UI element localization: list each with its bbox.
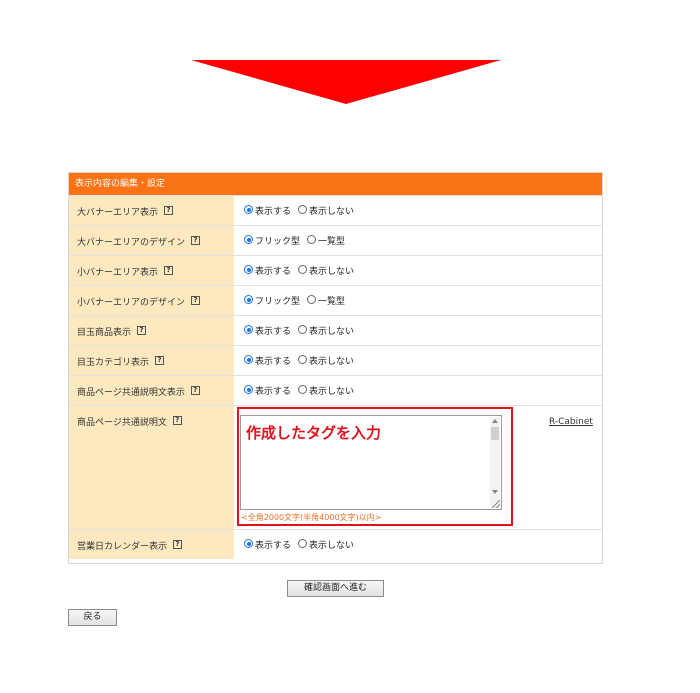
radio-unselected-icon[interactable] — [298, 385, 308, 394]
setting-label: 大バナーエリア表示 — [77, 208, 159, 218]
confirm-button[interactable]: 確認画面へ進む — [287, 580, 384, 597]
help-icon[interactable]: ? — [137, 326, 147, 335]
radio-selected-icon[interactable] — [244, 355, 253, 364]
setting-row-featured-item-display: 目玉商品表示 ? 表示する 表示しない — [69, 315, 602, 345]
radio-option-flick[interactable]: フリック型 — [244, 294, 300, 307]
radio-unselected-icon[interactable] — [298, 325, 308, 334]
setting-label: 商品ページ共通説明文表示 — [77, 388, 185, 398]
radio-unselected-icon[interactable] — [298, 265, 308, 274]
common-description-textarea[interactable]: 作成したタグを入力 — [240, 415, 502, 510]
setting-label: 小バナーエリアのデザイン — [77, 298, 186, 308]
radio-unselected-icon[interactable] — [298, 539, 308, 548]
radio-selected-icon[interactable] — [244, 325, 253, 334]
setting-row-large-banner-design: 大バナーエリアのデザイン ? フリック型 一覧型 — [69, 225, 602, 255]
radio-unselected-icon[interactable] — [307, 295, 317, 304]
radio-selected-icon[interactable] — [244, 539, 253, 548]
textarea-value: 作成したタグを入力 — [246, 424, 382, 442]
setting-row-small-banner-display: 小バナーエリア表示 ? 表示する 表示しない — [69, 255, 602, 285]
down-arrow-icon — [191, 60, 501, 104]
radio-option-list[interactable]: 一覧型 — [307, 234, 345, 247]
setting-label: 目玉カテゴリ表示 — [77, 358, 150, 368]
radio-selected-icon[interactable] — [244, 295, 253, 304]
char-limit-note: <全角2000文字(半角4000文字)以内> — [241, 513, 382, 522]
radio-unselected-icon[interactable] — [307, 235, 317, 244]
back-button[interactable]: 戻る — [68, 609, 117, 626]
setting-row-small-banner-design: 小バナーエリアのデザイン ? フリック型 一覧型 — [69, 285, 602, 315]
panel-title: 表示内容の編集・設定 — [69, 173, 602, 195]
setting-label: 小バナーエリア表示 — [77, 268, 159, 278]
radio-option-show[interactable]: 表示する — [244, 204, 291, 217]
setting-row-large-banner-display: 大バナーエリア表示 ? 表示する 表示しない — [69, 195, 602, 225]
setting-row-business-calendar-display: 営業日カレンダー表示 ? 表示する 表示しない — [69, 529, 602, 559]
radio-option-show[interactable]: 表示する — [244, 324, 291, 337]
radio-option-show[interactable]: 表示する — [244, 384, 291, 397]
radio-selected-icon[interactable] — [244, 385, 253, 394]
scroll-up-icon[interactable] — [492, 419, 498, 423]
resize-handle-icon[interactable] — [492, 500, 500, 508]
scroll-thumb[interactable] — [491, 427, 499, 440]
help-icon[interactable]: ? — [164, 266, 174, 275]
setting-row-featured-category-display: 目玉カテゴリ表示 ? 表示する 表示しない — [69, 345, 602, 375]
help-icon[interactable]: ? — [191, 296, 201, 305]
radio-selected-icon[interactable] — [244, 205, 253, 214]
radio-selected-icon[interactable] — [244, 235, 253, 244]
scroll-down-icon[interactable] — [492, 490, 498, 494]
radio-option-list[interactable]: 一覧型 — [307, 294, 345, 307]
setting-label: 大バナーエリアのデザイン — [77, 238, 186, 248]
setting-label: 商品ページ共通説明文 — [77, 418, 167, 428]
radio-option-flick[interactable]: フリック型 — [244, 234, 300, 247]
radio-option-hide[interactable]: 表示しない — [298, 324, 354, 337]
radio-unselected-icon[interactable] — [298, 205, 308, 214]
radio-option-hide[interactable]: 表示しない — [298, 264, 354, 277]
textarea-scrollbar[interactable] — [490, 417, 500, 508]
radio-option-show[interactable]: 表示する — [244, 354, 291, 367]
help-icon[interactable]: ? — [155, 356, 165, 365]
radio-option-show[interactable]: 表示する — [244, 264, 291, 277]
help-icon[interactable]: ? — [190, 386, 200, 395]
radio-option-hide[interactable]: 表示しない — [298, 204, 354, 217]
setting-label: 目玉商品表示 — [77, 328, 132, 338]
radio-option-hide[interactable]: 表示しない — [298, 354, 354, 367]
setting-row-common-description-display: 商品ページ共通説明文表示 ? 表示する 表示しない — [69, 375, 602, 405]
help-icon[interactable]: ? — [164, 206, 174, 215]
radio-unselected-icon[interactable] — [298, 355, 308, 364]
radio-option-hide[interactable]: 表示しない — [298, 538, 354, 551]
help-icon[interactable]: ? — [172, 416, 182, 425]
r-cabinet-link[interactable]: R-Cabinet — [549, 417, 593, 427]
help-icon[interactable]: ? — [173, 540, 183, 549]
radio-selected-icon[interactable] — [244, 265, 253, 274]
help-icon[interactable]: ? — [191, 236, 201, 245]
radio-option-hide[interactable]: 表示しない — [298, 384, 354, 397]
setting-label: 営業日カレンダー表示 — [77, 542, 168, 552]
radio-option-show[interactable]: 表示する — [244, 538, 291, 551]
